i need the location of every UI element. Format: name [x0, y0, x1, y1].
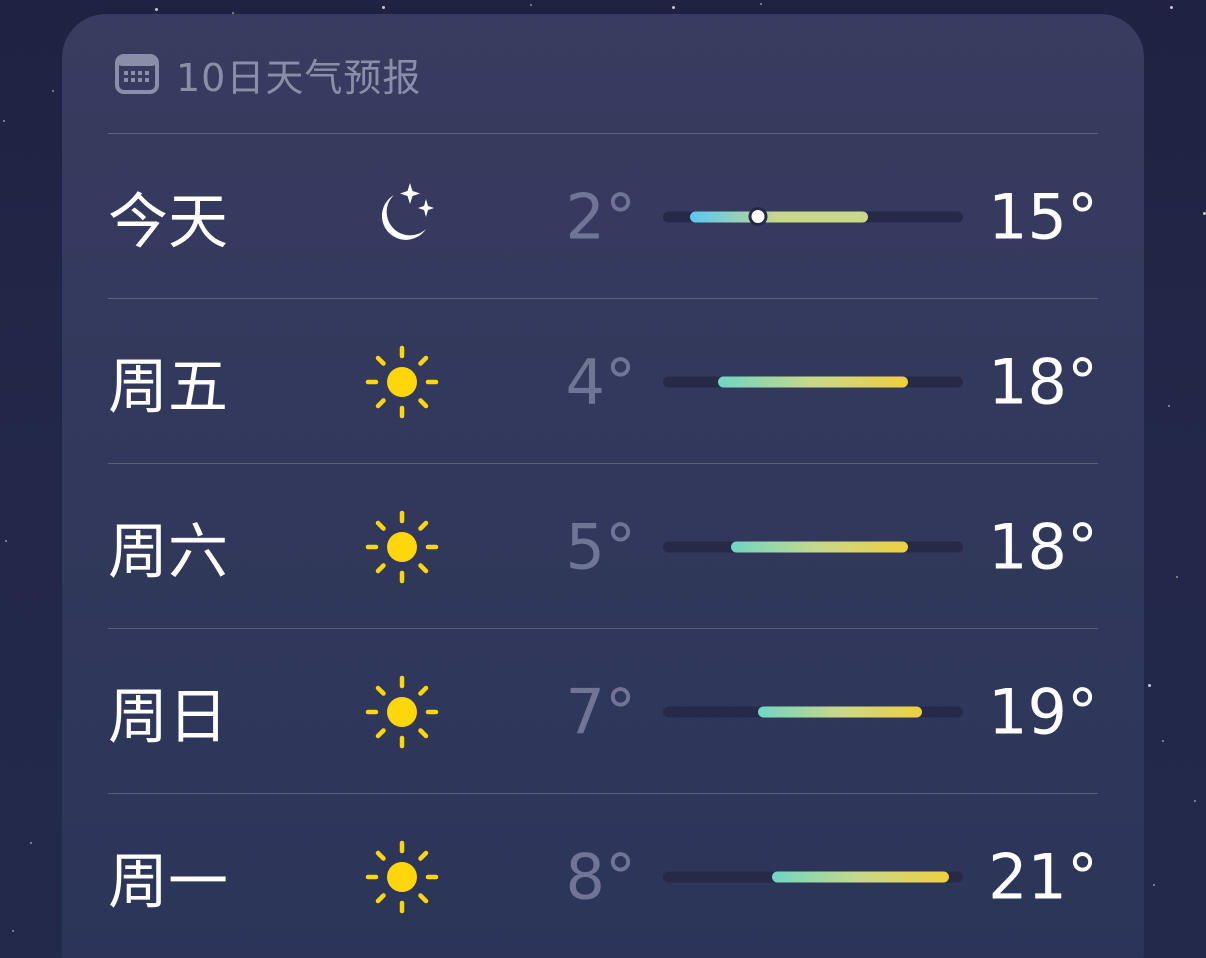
forecast-row[interactable]: 周五 4° 18° — [108, 298, 1098, 464]
high-temp: 18° — [988, 345, 1098, 418]
temp-range-bar — [663, 706, 963, 717]
high-temp: 19° — [988, 675, 1098, 748]
forecast-row[interactable]: 今天 2° 15° — [108, 133, 1098, 299]
low-temp: 5° — [565, 510, 636, 583]
low-temp: 2° — [565, 180, 636, 253]
temp-range-bar — [663, 376, 963, 387]
calendar-icon — [115, 54, 159, 94]
forecast-title: 10日天气预报 — [176, 55, 422, 100]
high-temp: 21° — [988, 840, 1098, 913]
forecast-row[interactable]: 周一 8° 21° — [108, 793, 1098, 958]
temp-range-fill — [690, 211, 868, 222]
day-label: 周一 — [108, 847, 228, 917]
forecast-row[interactable]: 周日 7° 19° — [108, 628, 1098, 794]
day-label: 周五 — [108, 352, 228, 422]
sun-icon — [365, 840, 439, 913]
current-temp-marker — [748, 207, 768, 226]
low-temp: 7° — [565, 675, 636, 748]
low-temp: 8° — [565, 840, 636, 913]
day-label: 今天 — [108, 187, 228, 257]
day-label: 周六 — [108, 517, 228, 587]
temp-range-bar — [663, 541, 963, 552]
temp-range-fill — [717, 376, 909, 387]
high-temp: 18° — [988, 510, 1098, 583]
day-label: 周日 — [108, 682, 228, 752]
high-temp: 15° — [988, 180, 1098, 253]
temp-range-fill — [731, 541, 909, 552]
forecast-header: 10日天气预报 — [114, 50, 421, 100]
forecast-row[interactable]: 周六 5° 18° — [108, 463, 1098, 629]
sun-icon — [365, 675, 439, 748]
sun-icon — [365, 345, 439, 418]
temp-range-fill — [758, 706, 923, 717]
temp-range-fill — [772, 871, 950, 882]
moon-stars-icon — [381, 182, 434, 240]
low-temp: 4° — [565, 345, 636, 418]
temp-range-bar — [663, 871, 963, 882]
temp-range-bar — [663, 207, 963, 226]
sun-icon — [365, 510, 439, 583]
